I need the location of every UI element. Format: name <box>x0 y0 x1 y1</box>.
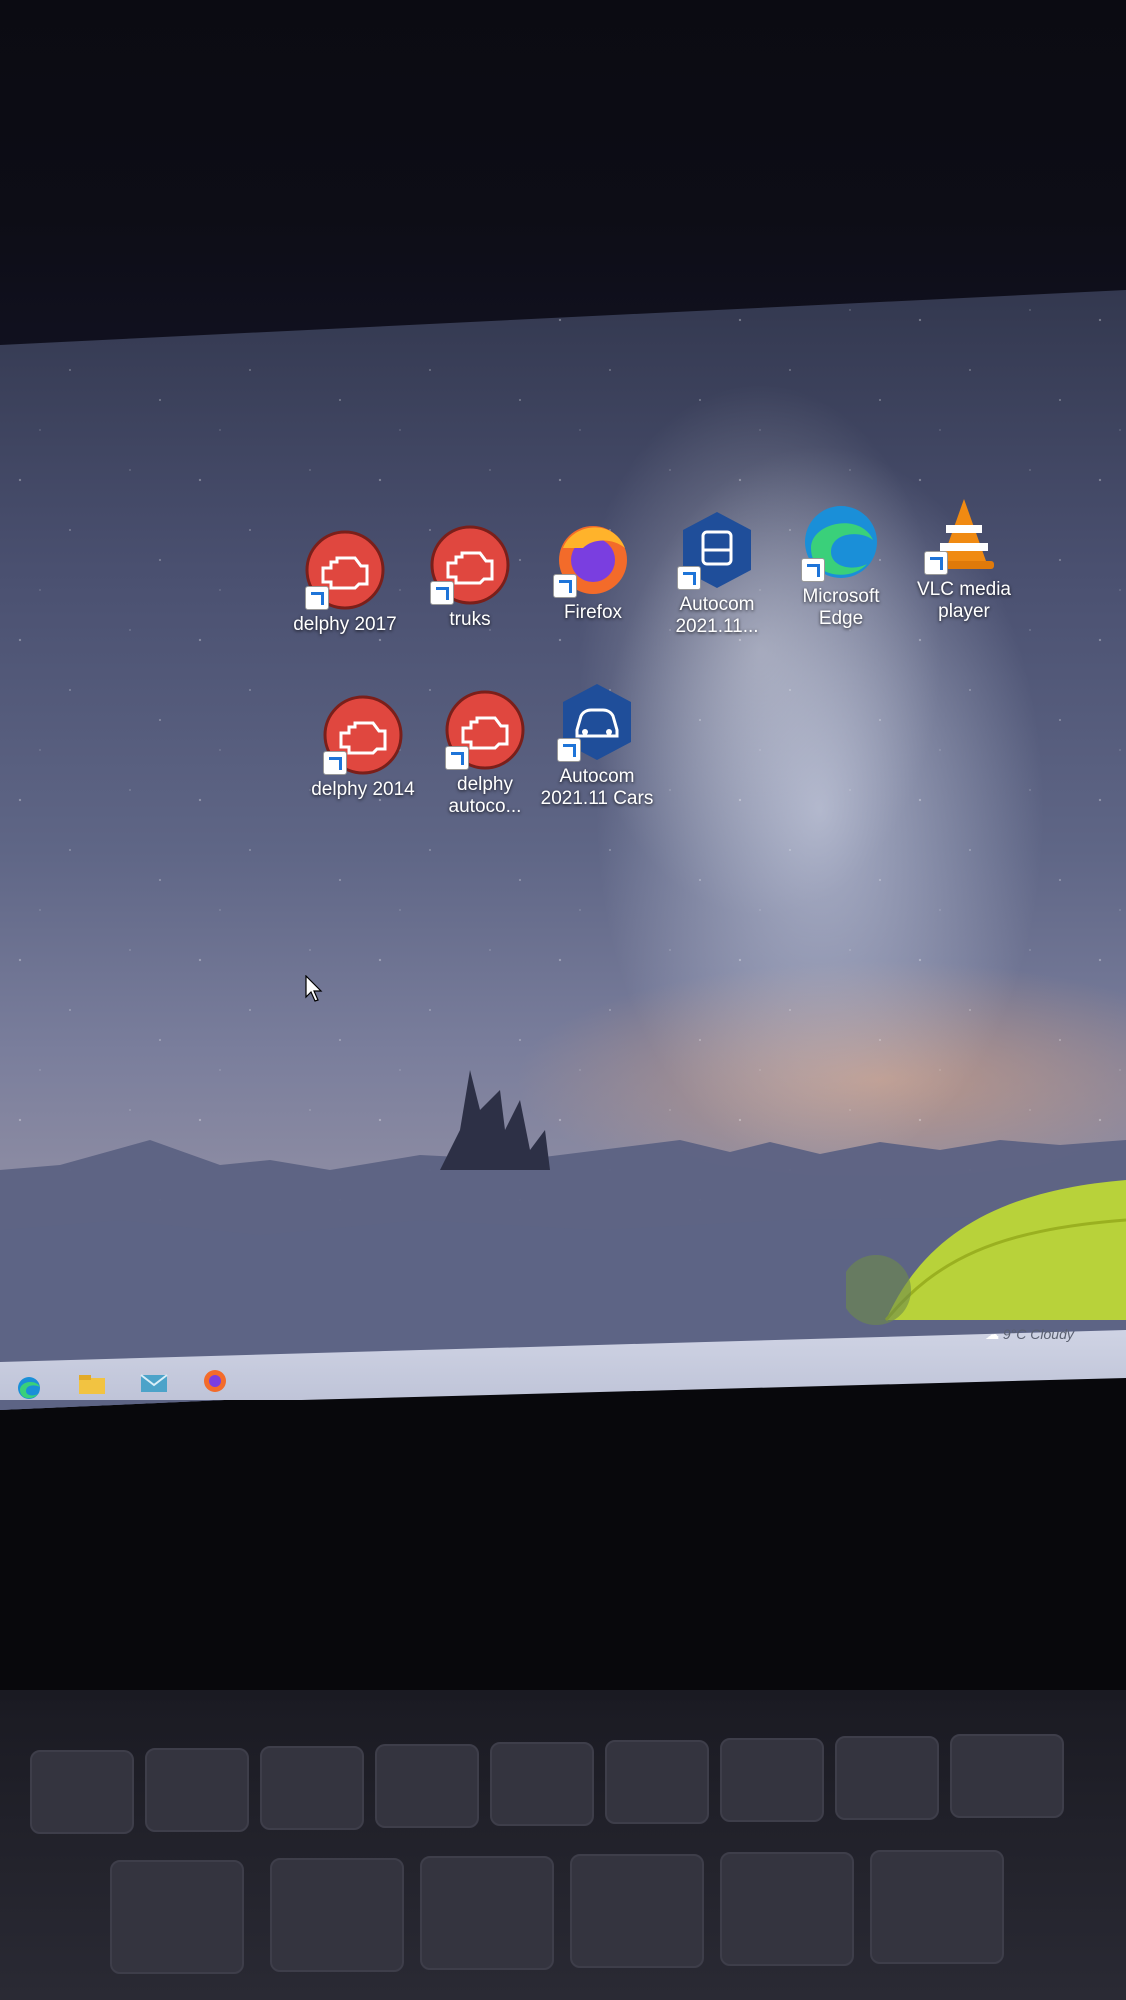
keyboard-key <box>835 1736 939 1820</box>
keyboard-key <box>270 1858 404 1972</box>
keyboard-key <box>110 1860 244 1974</box>
edge-icon <box>801 502 881 582</box>
weather-widget[interactable]: ☁ 9°C Cloudy <box>985 1326 1074 1343</box>
shortcut-arrow-icon <box>305 586 329 610</box>
desktop-icon-autocom-trucks[interactable]: Autocom 2021.11... <box>652 510 782 638</box>
desktop-icon-truks[interactable]: truks <box>405 525 535 631</box>
firefox-icon <box>553 518 633 598</box>
desktop-icon-microsoft-edge[interactable]: Microsoft Edge <box>776 502 906 630</box>
shortcut-arrow-icon <box>801 558 825 582</box>
keyboard-key <box>720 1738 824 1822</box>
delphi-icon <box>430 525 510 605</box>
delphi-icon <box>445 690 525 770</box>
keyboard-key <box>490 1742 594 1826</box>
keyboard-key <box>375 1744 479 1828</box>
shortcut-arrow-icon <box>430 581 454 605</box>
shortcut-arrow-icon <box>924 551 948 575</box>
taskbar-mail-icon[interactable] <box>137 1370 171 1396</box>
tent-illustration <box>846 1180 1126 1325</box>
icon-label: Autocom 2021.11... <box>675 594 759 637</box>
delphi-icon <box>305 530 385 610</box>
cloud-icon: ☁ <box>985 1326 999 1342</box>
icon-label: Autocom 2021.11 Cars <box>540 766 654 809</box>
icon-label: VLC media player <box>917 579 1011 622</box>
mouse-cursor-icon <box>305 975 323 1002</box>
shortcut-arrow-icon <box>553 574 577 598</box>
desktop-icon-delphy-2014[interactable]: delphy 2014 <box>298 695 428 801</box>
shortcut-arrow-icon <box>323 751 347 775</box>
desktop-icon-delphy-autocom[interactable]: delphy autoco... <box>420 690 550 818</box>
icon-label: Microsoft Edge <box>802 586 880 629</box>
shortcut-arrow-icon <box>557 738 581 762</box>
taskbar-firefox-icon[interactable] <box>198 1367 232 1393</box>
icon-label: Firefox <box>563 602 623 623</box>
icon-label: delphy autoco... <box>448 774 522 817</box>
keyboard-key <box>605 1740 709 1824</box>
keyboard-key <box>720 1852 854 1966</box>
desktop-icon-vlc[interactable]: VLC media player <box>899 495 1029 623</box>
vlc-icon <box>924 495 1004 575</box>
taskbar-file-explorer-icon[interactable] <box>75 1372 109 1398</box>
keyboard-key <box>30 1750 134 1834</box>
laptop-keyboard <box>0 1690 1126 2000</box>
shortcut-arrow-icon <box>677 566 701 590</box>
icon-label: truks <box>449 609 491 630</box>
keyboard-key <box>870 1850 1004 1964</box>
desktop-screen <box>0 290 1126 1410</box>
autocom-truck-icon <box>677 510 757 590</box>
taskbar-edge-icon[interactable] <box>12 1375 46 1401</box>
desktop-icon-firefox[interactable]: Firefox <box>528 518 658 624</box>
keyboard-key <box>950 1734 1064 1818</box>
delphi-icon <box>323 695 403 775</box>
keyboard-key <box>420 1856 554 1970</box>
desktop-icon-delphy-2017[interactable]: delphy 2017 <box>280 530 410 636</box>
keyboard-key <box>260 1746 364 1830</box>
weather-text: 9°C Cloudy <box>1002 1326 1074 1342</box>
desktop-icon-autocom-cars[interactable]: Autocom 2021.11 Cars <box>532 682 662 810</box>
shortcut-arrow-icon <box>445 746 469 770</box>
keyboard-key <box>570 1854 704 1968</box>
icon-label: delphy 2017 <box>293 614 397 635</box>
keyboard-key <box>145 1748 249 1832</box>
icon-label: delphy 2014 <box>311 779 415 800</box>
autocom-car-icon <box>557 682 637 762</box>
